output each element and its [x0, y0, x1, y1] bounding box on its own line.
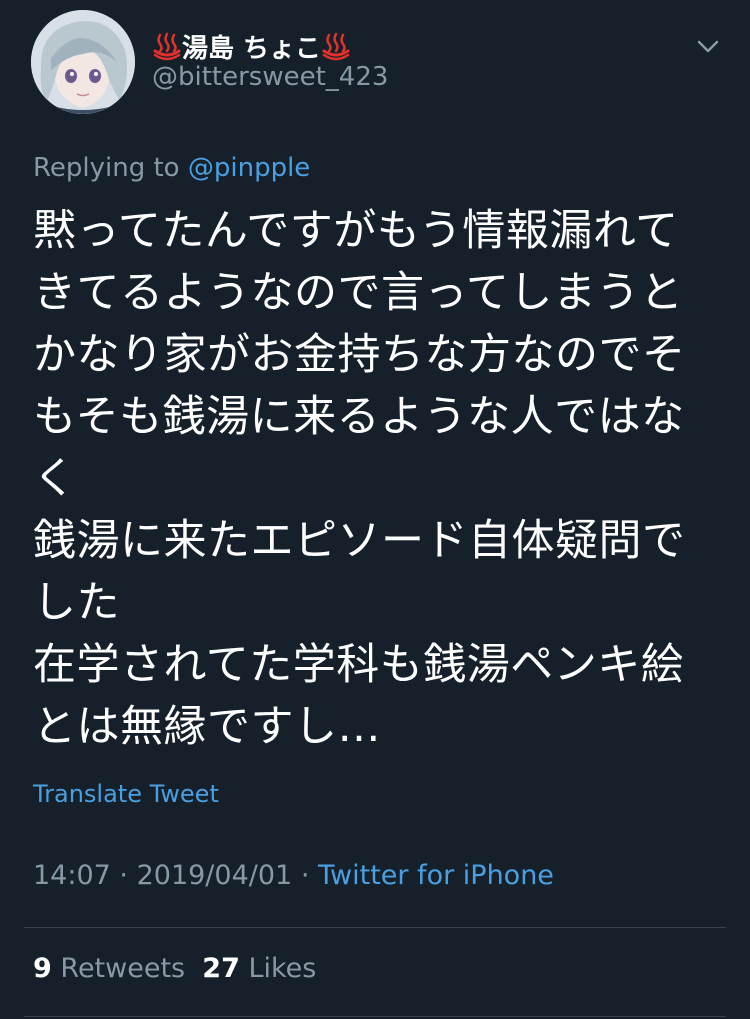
retweets-count: 9 [33, 953, 52, 984]
tweet-text-line: とは無縁ですし… [33, 702, 381, 752]
likes-count: 27 [202, 953, 240, 984]
avatar[interactable] [31, 10, 135, 114]
translate-tweet-link[interactable]: Translate Tweet [33, 780, 219, 808]
likes-label: Likes [248, 953, 317, 984]
tweet-text-line: 黙ってたんですがもう情報漏れて [33, 206, 679, 256]
chevron-down-icon[interactable] [694, 32, 722, 60]
meta-separator: · [119, 860, 128, 891]
reply-mention-link[interactable]: @pinpple [188, 153, 310, 183]
replying-to-label: Replying to [33, 153, 180, 183]
display-name: 湯島 ちょこ [182, 33, 322, 64]
tweet-text-line: した [33, 578, 120, 628]
tweet-date: 2019/04/01 [136, 860, 293, 891]
hot-springs-icon [321, 31, 351, 61]
tweet-text-line: もそも銭湯に来るような人ではな [33, 392, 685, 442]
display-name-row[interactable]: 湯島 ちょこ [152, 28, 351, 64]
avatar-image [31, 10, 135, 114]
tweet-stats: 9 Retweets 27 Likes [33, 953, 316, 984]
tweet: 湯島 ちょこ @bittersweet_423 Replying to @pin… [0, 0, 750, 1019]
replying-to: Replying to @pinpple [33, 153, 310, 183]
divider [24, 1016, 726, 1017]
divider [24, 927, 726, 928]
tweet-text-line: 銭湯に来たエピソード自体疑問で [33, 516, 686, 566]
tweet-text-line: 在学されてた学科も銭湯ペンキ絵 [33, 640, 685, 690]
user-handle[interactable]: @bittersweet_423 [152, 62, 388, 92]
tweet-source-link[interactable]: Twitter for iPhone [318, 860, 554, 891]
tweet-meta: 14:07 · 2019/04/01 · Twitter for iPhone [33, 860, 554, 891]
likes-stat[interactable]: 27 Likes [202, 953, 316, 984]
tweet-text-line: きてるようなので言ってしまうと [33, 268, 684, 318]
tweet-text-line: かなり家がお金持ちな方なのでそ [33, 330, 686, 380]
tweet-text: 黙ってたんですがもう情報漏れて きてるようなので言ってしまうと かなり家がお金持… [33, 200, 713, 758]
retweets-stat[interactable]: 9 Retweets [33, 953, 185, 984]
tweet-time: 14:07 [33, 860, 111, 891]
meta-separator: · [300, 860, 310, 891]
tweet-text-line: く [33, 454, 77, 504]
hot-springs-icon [152, 31, 182, 61]
retweets-label: Retweets [60, 953, 186, 984]
